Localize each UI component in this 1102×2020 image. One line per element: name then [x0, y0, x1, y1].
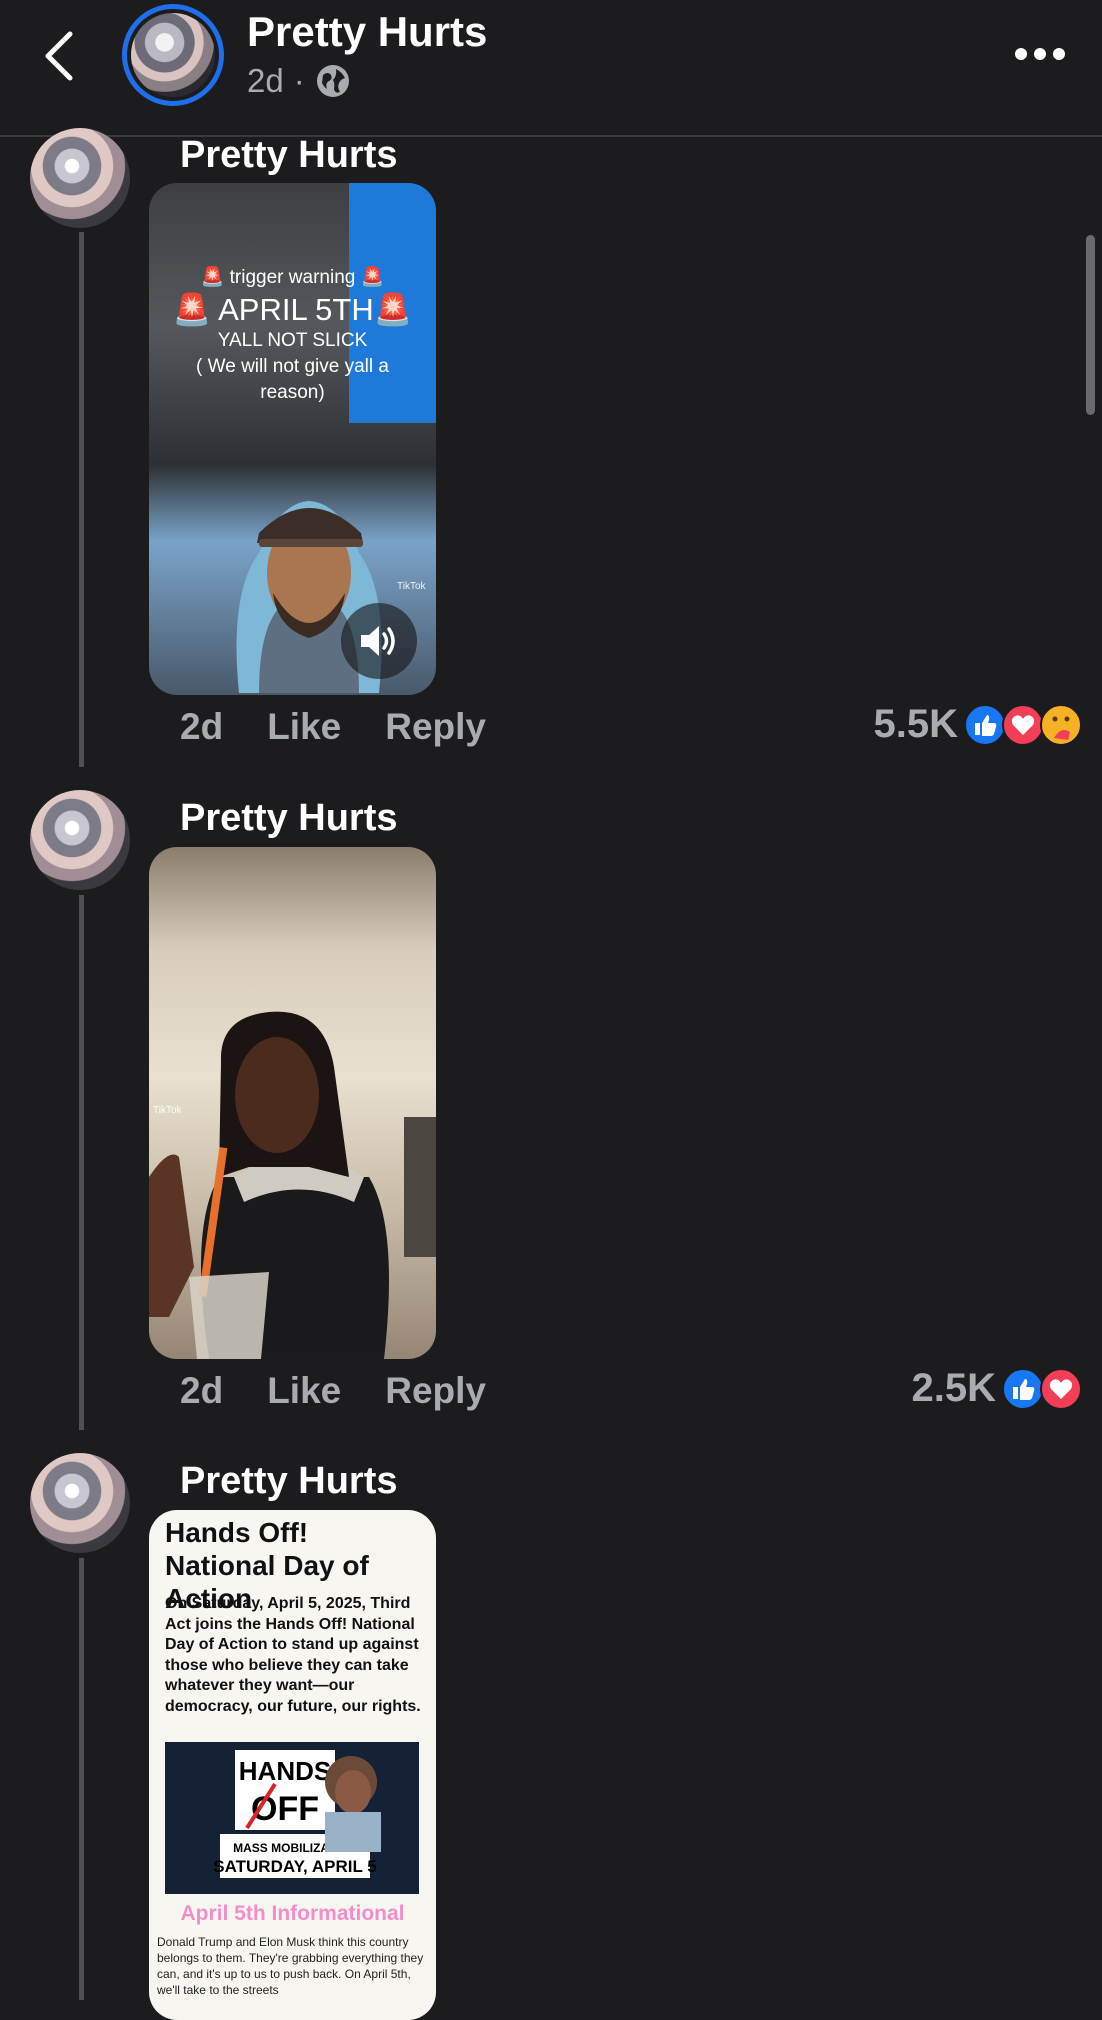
avatar-image	[131, 13, 215, 97]
poster-top-text: HANDS	[239, 1756, 331, 1786]
sound-toggle-button[interactable]	[341, 603, 417, 679]
scrollbar[interactable]	[1086, 235, 1095, 415]
like-reaction-icon	[964, 703, 1006, 746]
commenter-name[interactable]: Pretty Hurts	[180, 1460, 398, 1503]
commenter-avatar[interactable]	[30, 128, 130, 228]
like-button[interactable]: Like	[267, 706, 341, 748]
author-avatar[interactable]	[122, 4, 224, 106]
document-attachment[interactable]: Hands Off! National Day of Action On Sat…	[149, 1510, 436, 2020]
tiktok-watermark: TikTok	[153, 1105, 182, 1116]
reaction-icons	[964, 703, 1082, 746]
post-time[interactable]: 2d	[247, 62, 284, 100]
poster-line2: SATURDAY, APRIL 5	[213, 1857, 376, 1876]
reaction-summary[interactable]: 2.5K	[911, 1366, 1082, 1411]
video-attachment[interactable]: TikTok	[149, 847, 436, 1359]
video-person	[149, 1011, 436, 1359]
caption-line: ( We will not give yall a	[196, 356, 389, 377]
speaker-icon	[361, 626, 395, 656]
reaction-count: 2.5K	[911, 1366, 997, 1410]
thread-line	[79, 232, 84, 767]
thread-line	[79, 895, 84, 1430]
like-reaction-icon	[1002, 1367, 1044, 1410]
care-reaction-icon	[1040, 703, 1082, 746]
poster-graphic: HANDS OFF MASS MOBILIZATION SATURDAY, AP…	[165, 1742, 419, 1894]
back-arrow-icon[interactable]	[36, 28, 86, 84]
tiktok-watermark: TikTok	[397, 581, 426, 592]
post-header: Pretty Hurts 2d ·	[0, 0, 1102, 137]
page-title[interactable]: Pretty Hurts	[247, 8, 487, 56]
doc-body: On Saturday, April 5, 2025, Third Act jo…	[165, 1595, 421, 1715]
doc-poster-image: HANDS OFF MASS MOBILIZATION SATURDAY, AP…	[165, 1742, 419, 1894]
thread-line	[79, 1558, 84, 2000]
reaction-icons	[1002, 1367, 1082, 1410]
meta-separator: ·	[293, 62, 305, 99]
commenter-avatar[interactable]	[30, 1453, 130, 1553]
reply-button[interactable]: Reply	[385, 1370, 486, 1412]
like-button[interactable]: Like	[267, 1370, 341, 1412]
caption-warning: 🚨 trigger warning 🚨	[200, 267, 385, 288]
commenter-avatar[interactable]	[30, 790, 130, 890]
more-options-icon[interactable]	[1014, 44, 1066, 64]
caption-line: reason)	[260, 382, 325, 403]
reaction-count: 5.5K	[873, 702, 959, 746]
comment-actions: 2d Like Reply	[180, 1370, 486, 1412]
love-reaction-icon	[1002, 703, 1044, 746]
reaction-summary[interactable]: 5.5K	[873, 702, 1082, 747]
comment-actions: 2d Like Reply	[180, 706, 486, 748]
video-attachment[interactable]: 🚨 trigger warning 🚨 🚨 APRIL 5TH🚨 YALL NO…	[149, 183, 436, 695]
comment-time[interactable]: 2d	[180, 706, 223, 748]
caption-line: YALL NOT SLICK	[217, 330, 368, 351]
doc-subtitle: April 5th Informational	[180, 1902, 405, 1925]
love-reaction-icon	[1040, 1367, 1082, 1410]
comment-time[interactable]: 2d	[180, 1370, 223, 1412]
globe-icon	[316, 65, 349, 97]
commenter-name[interactable]: Pretty Hurts	[180, 797, 398, 840]
doc-small-text: Donald Trump and Elon Musk think this co…	[157, 1935, 424, 1997]
video-caption: 🚨 trigger warning 🚨 🚨 APRIL 5TH🚨 YALL NO…	[149, 265, 436, 406]
caption-date: 🚨 APRIL 5TH🚨	[172, 292, 413, 327]
commenter-name[interactable]: Pretty Hurts	[180, 134, 398, 177]
reply-button[interactable]: Reply	[385, 706, 486, 748]
post-meta: 2d ·	[247, 62, 351, 100]
